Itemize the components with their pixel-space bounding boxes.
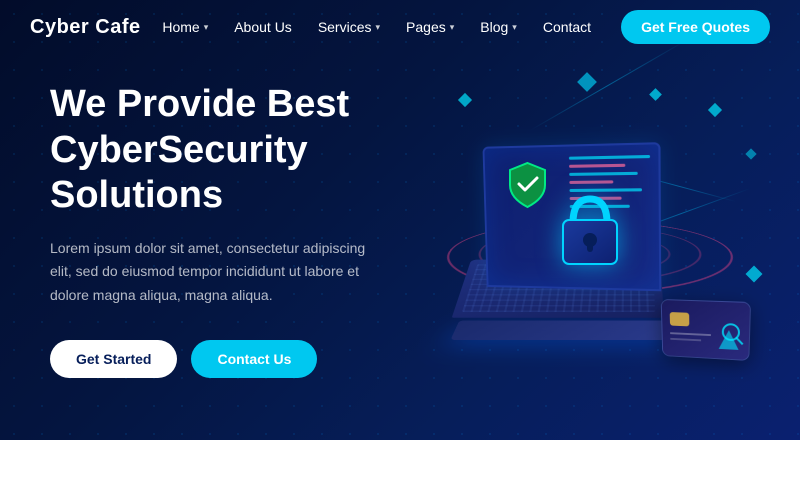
card-badge xyxy=(661,299,751,361)
nav-item-pages[interactable]: Pages ▾ xyxy=(396,13,464,41)
bottom-section xyxy=(0,440,800,500)
nav-item-home[interactable]: Home ▾ xyxy=(152,13,218,41)
nav-item-services[interactable]: Services ▾ xyxy=(308,13,390,41)
floating-cube-4 xyxy=(745,148,756,159)
nav-item-contact[interactable]: Contact xyxy=(533,13,601,41)
hero-buttons: Get Started Contact Us xyxy=(50,340,400,378)
chevron-down-icon: ▾ xyxy=(512,22,517,33)
laptop-base xyxy=(450,321,677,340)
code-line xyxy=(569,155,650,160)
hero-illustration xyxy=(400,40,780,400)
nav-links: Home ▾ About Us Services ▾ Pages ▾ Blog xyxy=(152,13,601,41)
floating-cube-2 xyxy=(577,72,597,92)
nav-item-blog[interactable]: Blog ▾ xyxy=(470,13,527,41)
lock-icon xyxy=(555,185,625,280)
get-free-quotes-button[interactable]: Get Free Quotes xyxy=(621,10,770,44)
floating-cube-3 xyxy=(708,103,722,117)
get-started-button[interactable]: Get Started xyxy=(50,340,177,378)
floating-cube-5 xyxy=(746,266,763,283)
contact-us-button[interactable]: Contact Us xyxy=(191,340,317,378)
hero-content: We Provide Best CyberSecurity Solutions … xyxy=(0,22,400,418)
code-line xyxy=(569,164,625,168)
chevron-down-icon: ▾ xyxy=(376,22,381,33)
nav-item-about[interactable]: About Us xyxy=(224,13,302,41)
iso-scene xyxy=(400,40,780,400)
hero-description: Lorem ipsum dolor sit amet, consectetur … xyxy=(50,237,390,308)
shield-icon xyxy=(505,160,550,215)
floating-cube-1 xyxy=(458,93,472,107)
brand-logo[interactable]: Cyber Cafe xyxy=(30,16,141,39)
navbar: Cyber Cafe Home ▾ About Us Services ▾ Pa… xyxy=(0,0,800,54)
code-line xyxy=(569,172,638,176)
hero-section: We Provide Best CyberSecurity Solutions … xyxy=(0,0,800,440)
hero-title: We Provide Best CyberSecurity Solutions xyxy=(50,82,400,219)
code-line xyxy=(569,180,613,184)
floating-cube-6 xyxy=(649,88,662,101)
chevron-down-icon: ▾ xyxy=(450,22,455,33)
chevron-down-icon: ▾ xyxy=(204,22,209,33)
